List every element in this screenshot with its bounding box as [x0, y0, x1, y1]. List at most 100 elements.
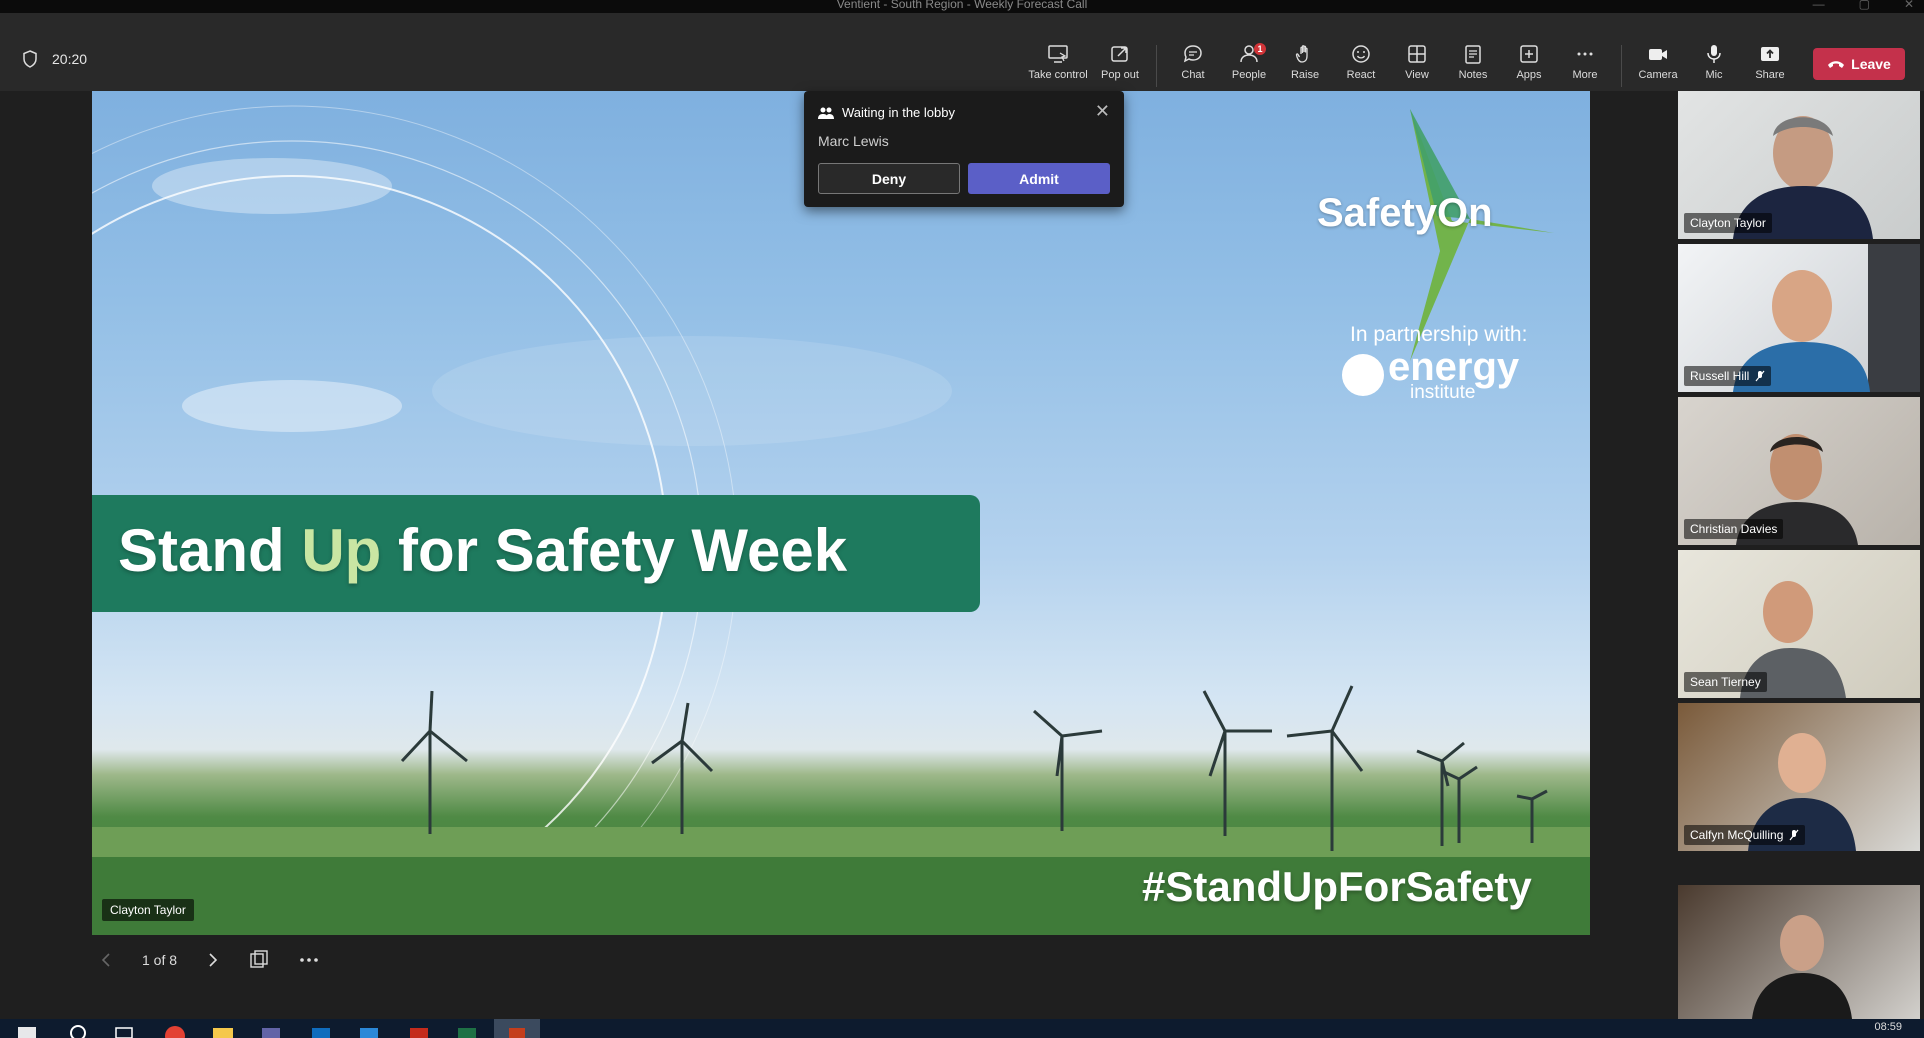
share-icon — [1761, 47, 1779, 61]
slide-partnership-text: In partnership with: — [1350, 323, 1528, 346]
people-group-icon — [818, 107, 834, 119]
participant-name: Christian Davies — [1690, 522, 1778, 536]
institute-logo-text: institute — [1410, 382, 1476, 403]
people-badge: 1 — [1254, 43, 1266, 55]
pop-out-label: Pop out — [1101, 69, 1139, 81]
deny-button[interactable]: Deny — [818, 163, 960, 194]
pop-out-button[interactable]: Pop out — [1092, 31, 1148, 81]
previous-slide-button[interactable] — [100, 952, 112, 968]
raise-label: Raise — [1290, 69, 1320, 81]
energy-institute-icon — [1342, 353, 1384, 396]
slide-headline: Stand Up for Safety Week — [118, 516, 847, 585]
notes-button[interactable]: Notes — [1445, 31, 1501, 81]
raise-hand-button[interactable]: Raise — [1277, 31, 1333, 81]
shared-slide: SafetyOn In partnership with: energy ins… — [92, 91, 1590, 935]
slide-controls: 1 of 8 — [100, 950, 349, 970]
slide-hashtag: #StandUpForSafety — [1142, 863, 1532, 910]
participant-name: Calfyn McQuilling — [1690, 828, 1784, 842]
lobby-title: Waiting in the lobby — [842, 105, 955, 120]
participant-gallery: Clayton Taylor Russell Hill Christian Da… — [1678, 91, 1920, 1019]
participant-name-tag: Christian Davies — [1684, 519, 1784, 539]
more-button[interactable]: More — [1557, 31, 1613, 81]
share-label: Share — [1755, 69, 1785, 81]
participant-tile[interactable]: Russell Hill — [1678, 244, 1920, 392]
chevron-left-icon — [101, 953, 110, 967]
participant-name: Sean Tierney — [1690, 675, 1761, 689]
chat-icon — [1183, 45, 1202, 63]
participant-tile[interactable]: Calfyn McQuilling — [1678, 703, 1920, 851]
maximize-icon[interactable]: ▢ — [1859, 0, 1870, 13]
toolbar-actions: Take control Pop out Chat 1 People Raise… — [1024, 31, 1798, 87]
close-icon[interactable]: ✕ — [1095, 101, 1110, 122]
admit-button[interactable]: Admit — [968, 163, 1110, 194]
chevron-right-icon — [209, 953, 218, 967]
slide-grid-button[interactable] — [249, 950, 269, 970]
lobby-person-name: Marc Lewis — [818, 133, 889, 149]
apps-button[interactable]: Apps — [1501, 31, 1557, 81]
participant-tile[interactable] — [1678, 885, 1920, 1019]
slide-page-indicator: 1 of 8 — [142, 952, 178, 968]
window-controls: — ▢ ✕ — [1813, 0, 1914, 13]
headline-part-1: Stand — [118, 517, 302, 584]
mic-muted-icon — [1755, 370, 1765, 382]
camera-label: Camera — [1638, 69, 1678, 81]
headline-highlight: Up — [301, 517, 382, 584]
toolbar-divider — [1156, 45, 1157, 87]
slide-brand-logo: SafetyOn — [1317, 191, 1493, 235]
participant-name-tag: Russell Hill — [1684, 366, 1772, 386]
lobby-header: Waiting in the lobby — [818, 105, 955, 120]
mic-label: Mic — [1705, 69, 1723, 81]
slides-overview-icon — [250, 950, 268, 968]
shield-icon — [23, 50, 37, 68]
grid-view-icon — [1408, 45, 1426, 63]
more-icon — [300, 958, 318, 962]
apps-label: Apps — [1516, 69, 1542, 81]
next-slide-button[interactable] — [207, 952, 219, 968]
meeting-timer: 20:20 — [52, 51, 88, 67]
taskbar-apps — [18, 1019, 540, 1038]
participant-tile[interactable]: Christian Davies — [1678, 397, 1920, 545]
os-taskbar: 08:59 — [0, 1019, 1924, 1038]
hang-up-icon — [1828, 61, 1845, 68]
notes-icon — [1465, 45, 1481, 64]
window-title: Ventient - South Region - Weekly Forecas… — [836, 0, 1088, 11]
take-control-label: Take control — [1028, 69, 1088, 81]
presenter-label: Clayton Taylor — [102, 899, 194, 921]
leave-button[interactable]: Leave — [1813, 48, 1905, 80]
participant-tile[interactable]: Clayton Taylor — [1678, 91, 1920, 239]
participant-name-tag: Sean Tierney — [1684, 672, 1767, 692]
take-control-icon — [1048, 45, 1068, 63]
meeting-info: 20:20 — [22, 50, 87, 68]
pop-out-icon — [1111, 46, 1128, 62]
participant-video — [1752, 915, 1852, 1019]
leave-label: Leave — [1851, 56, 1891, 72]
mic-icon — [1707, 45, 1721, 63]
react-label: React — [1346, 69, 1376, 81]
participant-tile[interactable]: Sean Tierney — [1678, 550, 1920, 698]
share-button[interactable]: Share — [1742, 31, 1798, 81]
camera-button[interactable]: Camera — [1630, 31, 1686, 81]
meeting-toolbar: 20:20 Take control Pop out Chat 1 People… — [0, 13, 1924, 91]
camera-icon — [1649, 49, 1667, 60]
headline-part-3: for Safety Week — [381, 517, 848, 584]
energy-institute-logo: energy institute — [1342, 347, 1519, 402]
window-titlebar: Ventient - South Region - Weekly Forecas… — [0, 0, 1924, 13]
participant-name: Russell Hill — [1690, 369, 1750, 383]
close-window-icon[interactable]: ✕ — [1904, 0, 1914, 13]
view-button[interactable]: View — [1389, 31, 1445, 81]
mic-button[interactable]: Mic — [1686, 31, 1742, 81]
chat-button[interactable]: Chat — [1165, 31, 1221, 81]
view-label: View — [1405, 69, 1429, 81]
slide-more-options-button[interactable] — [299, 957, 319, 963]
react-icon — [1352, 45, 1370, 63]
more-icon — [1577, 52, 1593, 56]
participant-name-tag: Calfyn McQuilling — [1684, 825, 1806, 845]
minimize-icon[interactable]: — — [1813, 0, 1825, 13]
take-control-button[interactable]: Take control — [1024, 31, 1092, 81]
people-button[interactable]: 1 People — [1221, 31, 1277, 81]
react-button[interactable]: React — [1333, 31, 1389, 81]
toolbar-divider — [1621, 45, 1622, 87]
chat-label: Chat — [1181, 69, 1205, 81]
people-label: People — [1231, 69, 1267, 81]
notes-label: Notes — [1458, 69, 1488, 81]
